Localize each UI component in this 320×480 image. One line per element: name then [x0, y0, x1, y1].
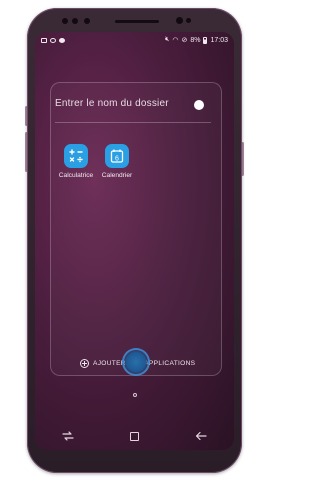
- status-left-icons: [41, 37, 65, 43]
- folder-name-input[interactable]: Entrer le nom du dossier: [55, 98, 195, 109]
- status-right: 🔇︎ ◠ ⊘ 8% 17:03: [165, 36, 228, 44]
- battery-icon: [203, 36, 208, 44]
- calculator-icon: [64, 144, 88, 168]
- back-button[interactable]: [190, 429, 212, 443]
- nav-bar: [35, 426, 234, 446]
- home-icon: [129, 431, 139, 441]
- status-bar: 🔇︎ ◠ ⊘ 8% 17:03: [35, 32, 234, 48]
- earpiece: [115, 20, 159, 23]
- touch-indicator: [124, 350, 148, 374]
- clock: 17:03: [210, 36, 228, 44]
- battery-percent: 8%: [190, 36, 201, 44]
- recent-apps-icon: [62, 431, 74, 441]
- folder-color-button[interactable]: [194, 100, 204, 110]
- sensor-dot: [62, 18, 68, 24]
- calendar-day: 6: [115, 155, 119, 162]
- app-label: Calculatrice: [58, 172, 94, 179]
- recent-apps-button[interactable]: [57, 429, 79, 443]
- back-icon: [195, 431, 207, 441]
- wifi-icon: ◠: [172, 37, 179, 44]
- sensor-dot: [72, 18, 78, 24]
- calendar-icon: 6: [105, 144, 129, 168]
- sync-icon: [50, 37, 56, 43]
- screen: 🔇︎ ◠ ⊘ 8% 17:03 Entrer le nom du dossier…: [35, 32, 234, 450]
- page-indicator: [133, 393, 137, 397]
- settings-icon: [59, 37, 65, 43]
- sensor-dot: [84, 18, 90, 24]
- app-calendrier[interactable]: 6 Calendrier: [94, 144, 140, 179]
- app-calculatrice[interactable]: Calculatrice: [53, 144, 99, 179]
- home-button[interactable]: [123, 429, 145, 443]
- folder-name-underline: [55, 122, 211, 123]
- plus-circle-icon: [80, 358, 89, 368]
- front-camera: [176, 17, 183, 24]
- no-signal-icon: ⊘: [181, 37, 188, 44]
- folder-panel: [50, 82, 222, 376]
- sensor-dot: [186, 18, 191, 23]
- mute-icon: 🔇︎: [164, 36, 170, 43]
- gallery-icon: [41, 37, 47, 43]
- app-label: Calendrier: [101, 172, 133, 179]
